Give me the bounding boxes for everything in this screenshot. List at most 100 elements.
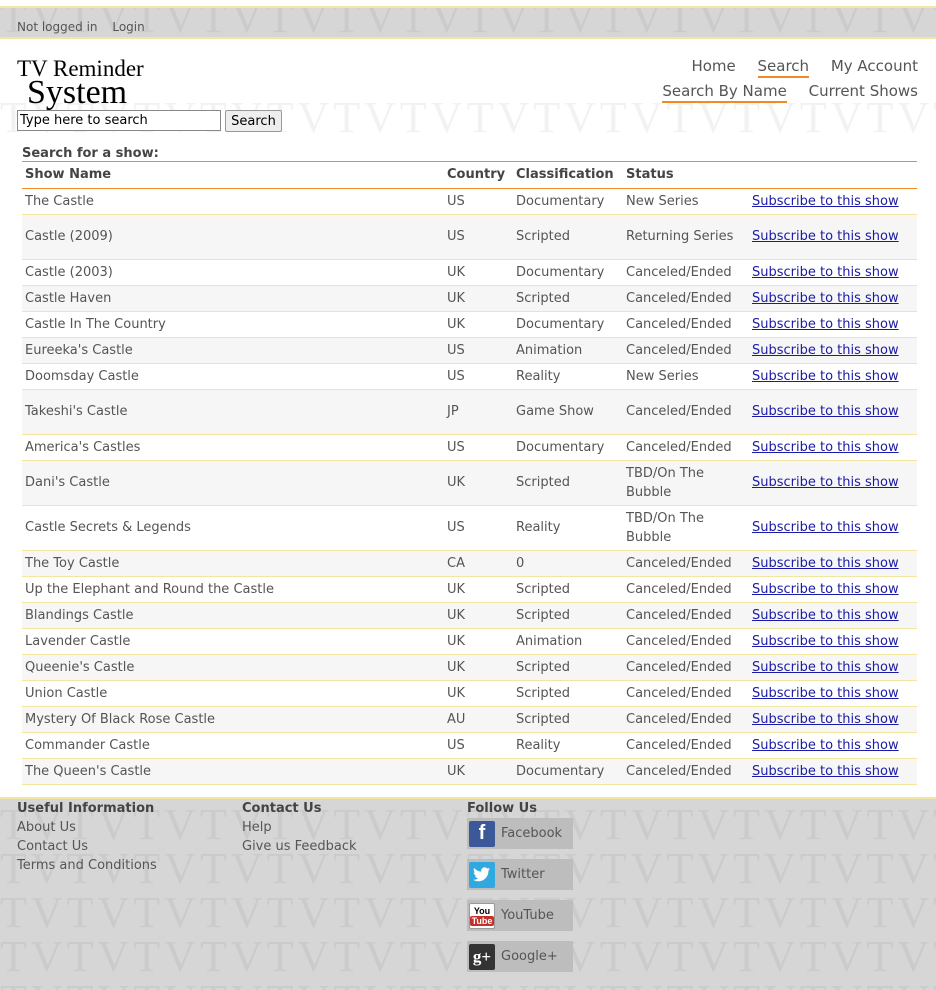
cell-status: Canceled/Ended (623, 550, 749, 577)
cell-show-name: Castle In The Country (22, 311, 444, 338)
cell-show-name: Commander Castle (22, 732, 444, 759)
subscribe-link[interactable]: Subscribe to this show (752, 440, 899, 455)
col-status: Status (623, 162, 749, 189)
subscribe-link[interactable]: Subscribe to this show (752, 520, 899, 535)
cell-subscribe: Subscribe to this show (749, 732, 917, 759)
table-row: The Toy Castle CA 0 Canceled/Ended Subscribe… (22, 550, 917, 577)
cell-status: TBD/On The Bubble (623, 460, 749, 506)
footer-heading-useful: Useful Information (17, 801, 155, 816)
footer-link-contact-us[interactable]: Contact Us (17, 837, 157, 856)
cell-show-name: Mystery Of Black Rose Castle (22, 706, 444, 733)
cell-subscribe: Subscribe to this show (749, 576, 917, 603)
cell-country: US (444, 505, 513, 551)
subscribe-link[interactable]: Subscribe to this show (752, 660, 899, 675)
cell-status: Canceled/Ended (623, 576, 749, 603)
subscribe-link[interactable]: Subscribe to this show (752, 229, 899, 244)
subscribe-link[interactable]: Subscribe to this show (752, 404, 899, 419)
cell-subscribe: Subscribe to this show (749, 505, 917, 551)
cell-country: UK (444, 602, 513, 629)
nav-search[interactable]: Search (757, 57, 810, 78)
table-row: Commander Castle US Reality Canceled/Ended S… (22, 732, 917, 759)
cell-classification: Scripted (513, 576, 623, 603)
subscribe-link[interactable]: Subscribe to this show (752, 194, 899, 209)
subscribe-link[interactable]: Subscribe to this show (752, 291, 899, 306)
youtube-label: YouTube (501, 908, 554, 923)
nav-home[interactable]: Home (691, 57, 735, 76)
cell-classification: Scripted (513, 602, 623, 629)
facebook-link[interactable]: f Facebook (467, 818, 573, 849)
cell-country: US (444, 337, 513, 364)
footer: TVTVTVTVTVTVTVTVTVTVTVTVTVTVTVTVTV TVTVT… (0, 797, 936, 990)
login-status: Not logged in Login (17, 20, 156, 34)
cell-classification: Documentary (513, 259, 623, 286)
cell-show-name: Up the Elephant and Round the Castle (22, 576, 444, 603)
search-input[interactable] (17, 110, 221, 131)
cell-subscribe: Subscribe to this show (749, 214, 917, 260)
cell-classification: Reality (513, 732, 623, 759)
login-link[interactable]: Login (112, 20, 144, 34)
cell-status: Canceled/Ended (623, 602, 749, 629)
youtube-link[interactable]: You Tube YouTube (467, 900, 573, 931)
table-row: Takeshi's Castle JP Game Show Canceled/Ende… (22, 389, 917, 435)
table-row: The Castle US Documentary New Series Subscri… (22, 188, 917, 215)
cell-country: JP (444, 389, 513, 435)
footer-link-feedback[interactable]: Give us Feedback (242, 837, 357, 856)
subscribe-link[interactable]: Subscribe to this show (752, 608, 899, 623)
cell-subscribe: Subscribe to this show (749, 550, 917, 577)
subscribe-link[interactable]: Subscribe to this show (752, 265, 899, 280)
cell-status: Returning Series (623, 214, 749, 260)
subscribe-link[interactable]: Subscribe to this show (752, 582, 899, 597)
cell-subscribe: Subscribe to this show (749, 188, 917, 215)
nav-current-shows[interactable]: Current Shows (809, 82, 918, 101)
table-row: Castle Haven UK Scripted Canceled/Ended Subs… (22, 285, 917, 312)
footer-link-about-us[interactable]: About Us (17, 818, 157, 837)
site-logo[interactable]: TV Reminder System (17, 57, 144, 110)
subscribe-link[interactable]: Subscribe to this show (752, 369, 899, 384)
footer-link-help[interactable]: Help (242, 818, 357, 837)
col-show-name: Show Name (22, 162, 444, 189)
cell-status: Canceled/Ended (623, 758, 749, 785)
subscribe-link[interactable]: Subscribe to this show (752, 556, 899, 571)
facebook-label: Facebook (501, 826, 563, 841)
cell-status: Canceled/Ended (623, 311, 749, 338)
cell-subscribe: Subscribe to this show (749, 628, 917, 655)
table-row: Lavender Castle UK Animation Canceled/Ended… (22, 628, 917, 655)
subscribe-link[interactable]: Subscribe to this show (752, 634, 899, 649)
nav-search-by-name[interactable]: Search By Name (662, 82, 787, 103)
facebook-icon: f (469, 820, 495, 847)
subscribe-link[interactable]: Subscribe to this show (752, 738, 899, 753)
cell-subscribe: Subscribe to this show (749, 654, 917, 681)
subscribe-link[interactable]: Subscribe to this show (752, 475, 899, 490)
cell-show-name: Union Castle (22, 680, 444, 707)
results-heading: Search for a show: (22, 145, 917, 162)
cell-country: CA (444, 550, 513, 577)
twitter-icon (469, 861, 495, 888)
cell-classification: Scripted (513, 706, 623, 733)
cell-show-name: Doomsday Castle (22, 363, 444, 390)
table-row: Blandings Castle UK Scripted Canceled/Ended… (22, 602, 917, 629)
cell-country: UK (444, 758, 513, 785)
cell-subscribe: Subscribe to this show (749, 602, 917, 629)
cell-status: TBD/On The Bubble (623, 505, 749, 551)
cell-status: Canceled/Ended (623, 732, 749, 759)
twitter-link[interactable]: Twitter (467, 859, 573, 890)
cell-status: Canceled/Ended (623, 680, 749, 707)
subscribe-link[interactable]: Subscribe to this show (752, 343, 899, 358)
subscribe-link[interactable]: Subscribe to this show (752, 712, 899, 727)
table-row: Doomsday Castle US Reality New Series Subscr… (22, 363, 917, 390)
cell-show-name: Castle (2003) (22, 259, 444, 286)
cell-show-name: Eureeka's Castle (22, 337, 444, 364)
cell-classification: Documentary (513, 188, 623, 215)
cell-subscribe: Subscribe to this show (749, 259, 917, 286)
table-row: Mystery Of Black Rose Castle AU Scripted Ca… (22, 706, 917, 733)
search-button[interactable]: Search (225, 110, 282, 132)
footer-link-terms[interactable]: Terms and Conditions (17, 856, 157, 875)
cell-status: Canceled/Ended (623, 628, 749, 655)
subscribe-link[interactable]: Subscribe to this show (752, 686, 899, 701)
google-plus-link[interactable]: g+ Google+ (467, 941, 573, 972)
cell-country: UK (444, 654, 513, 681)
cell-subscribe: Subscribe to this show (749, 337, 917, 364)
subscribe-link[interactable]: Subscribe to this show (752, 317, 899, 332)
nav-my-account[interactable]: My Account (831, 57, 918, 76)
subscribe-link[interactable]: Subscribe to this show (752, 764, 899, 779)
